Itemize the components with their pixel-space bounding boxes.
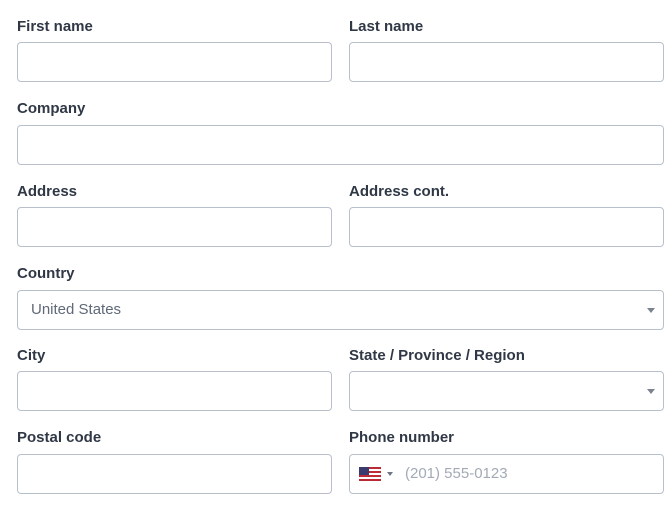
first-name-field-wrapper[interactable]: [17, 42, 332, 82]
chevron-down-icon: [387, 472, 393, 476]
country-select[interactable]: United States: [17, 290, 664, 330]
last-name-label: Last name: [349, 18, 424, 35]
address-input[interactable]: [18, 208, 331, 246]
chevron-down-icon[interactable]: [647, 389, 655, 394]
first-name-input[interactable]: [18, 43, 331, 81]
us-flag-icon: [359, 467, 381, 481]
address-field-wrapper[interactable]: [17, 207, 332, 247]
country-label: Country: [17, 265, 75, 282]
postal-code-field-wrapper[interactable]: [17, 454, 332, 494]
city-field-wrapper[interactable]: [17, 371, 332, 411]
first-name-label: First name: [17, 18, 93, 35]
city-label: City: [17, 347, 46, 364]
address-cont-field-wrapper[interactable]: [349, 207, 664, 247]
company-field-wrapper[interactable]: [17, 125, 664, 165]
postal-code-input[interactable]: [18, 455, 331, 493]
last-name-input[interactable]: [350, 43, 663, 81]
phone-input[interactable]: [405, 455, 663, 493]
company-label: Company: [17, 100, 86, 117]
phone-field-wrapper[interactable]: (201) 555-0123: [349, 454, 664, 494]
city-input[interactable]: [18, 372, 331, 410]
country-selected-value: United States: [31, 301, 122, 318]
address-cont-label: Address cont.: [349, 183, 450, 200]
company-input[interactable]: [18, 126, 663, 164]
chevron-down-icon[interactable]: [647, 308, 655, 313]
state-label: State / Province / Region: [349, 347, 525, 364]
phone-number-label: Phone number: [349, 429, 455, 446]
phone-country-selector[interactable]: [359, 466, 399, 482]
state-select[interactable]: [349, 371, 664, 411]
postal-code-label: Postal code: [17, 429, 102, 446]
address-label: Address: [17, 183, 78, 200]
last-name-field-wrapper[interactable]: [349, 42, 664, 82]
address-cont-input[interactable]: [350, 208, 663, 246]
